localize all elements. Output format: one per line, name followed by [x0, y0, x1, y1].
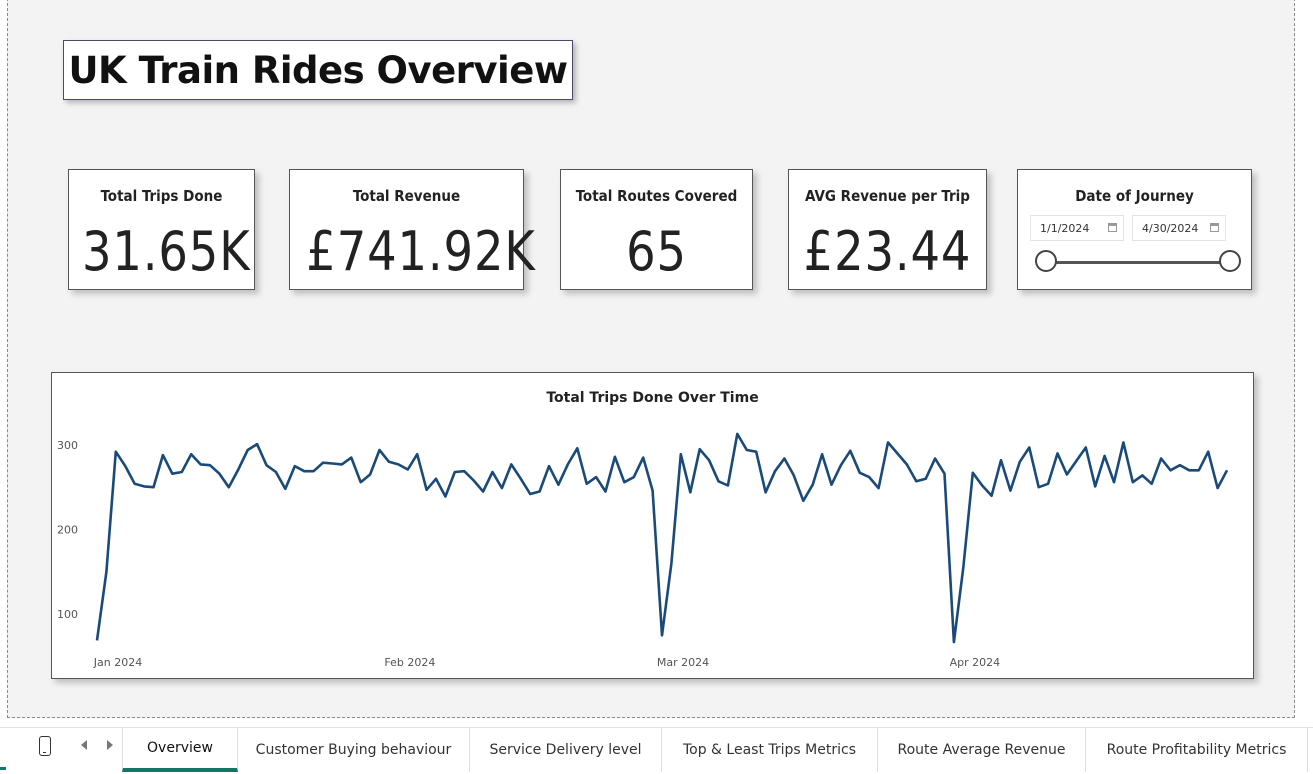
kpi-value: 31.65K [81, 220, 251, 283]
kpi-card-total-routes[interactable]: Total Routes Covered 65 [560, 169, 753, 290]
tab-top-least-trips-metrics[interactable]: Top & Least Trips Metrics [662, 728, 878, 772]
line-chart-svg: 100 200 300 Jan 2024 Feb 2024 Mar 2024 Apr 202… [57, 432, 1229, 669]
trips-over-time-chart[interactable]: Total Trips Done Over Time 100 200 300 Jan … [51, 372, 1254, 679]
start-date-input[interactable]: 1/1/2024 [1030, 215, 1124, 241]
calendar-icon[interactable] [1210, 223, 1219, 232]
report-title-box: UK Train Rides Overview [63, 40, 573, 100]
date-range-slider-track[interactable] [1046, 261, 1231, 264]
start-date-value: 1/1/2024 [1040, 221, 1090, 235]
kpi-value: £23.44 [803, 220, 972, 283]
tab-customer-buying-behaviour[interactable]: Customer Buying behaviour [238, 728, 470, 772]
date-range-start-handle[interactable] [1035, 250, 1057, 272]
mobile-layout-icon[interactable] [39, 736, 51, 756]
tab-route-average-revenue[interactable]: Route Average Revenue [878, 728, 1086, 772]
date-range-end-handle[interactable] [1219, 250, 1241, 272]
kpi-card-total-revenue[interactable]: Total Revenue £741.92K [289, 169, 536, 290]
calendar-icon[interactable] [1108, 223, 1117, 232]
kpi-card-total-trips[interactable]: Total Trips Done 31.65K [68, 169, 255, 290]
date-slicer-label: Date of Journey [1075, 187, 1194, 205]
x-tick-label: Jan 2024 [93, 656, 142, 669]
tab-service-delivery-level[interactable]: Service Delivery level [470, 728, 662, 772]
y-tick-label: 200 [57, 524, 78, 537]
kpi-value: £741.92K [306, 220, 536, 283]
y-tick-label: 300 [57, 439, 78, 452]
tab-route-profitability-metrics[interactable]: Route Profitability Metrics [1086, 728, 1308, 772]
report-title: UK Train Rides Overview [68, 48, 568, 92]
trips-series-line[interactable] [95, 432, 1229, 644]
next-page-icon[interactable] [107, 740, 113, 750]
tab-overview[interactable]: Overview [122, 728, 238, 772]
end-date-value: 4/30/2024 [1142, 221, 1199, 235]
kpi-label: AVG Revenue per Trip [805, 187, 970, 205]
y-tick-label: 100 [57, 608, 78, 621]
kpi-value: 65 [626, 220, 687, 283]
x-tick-label: Mar 2024 [657, 656, 709, 669]
x-tick-label: Feb 2024 [384, 656, 435, 669]
kpi-label: Total Trips Done [100, 187, 223, 205]
x-tick-label: Apr 2024 [950, 656, 1001, 669]
end-date-input[interactable]: 4/30/2024 [1132, 215, 1226, 241]
kpi-label: Total Revenue [352, 187, 461, 205]
kpi-label: Total Routes Covered [575, 187, 738, 205]
kpi-card-avg-revenue[interactable]: AVG Revenue per Trip £23.44 [788, 169, 987, 290]
page-tab-bar: Overview Customer Buying behaviour Servi… [0, 727, 1313, 774]
status-indicator [0, 767, 6, 770]
previous-page-icon[interactable] [81, 740, 87, 750]
